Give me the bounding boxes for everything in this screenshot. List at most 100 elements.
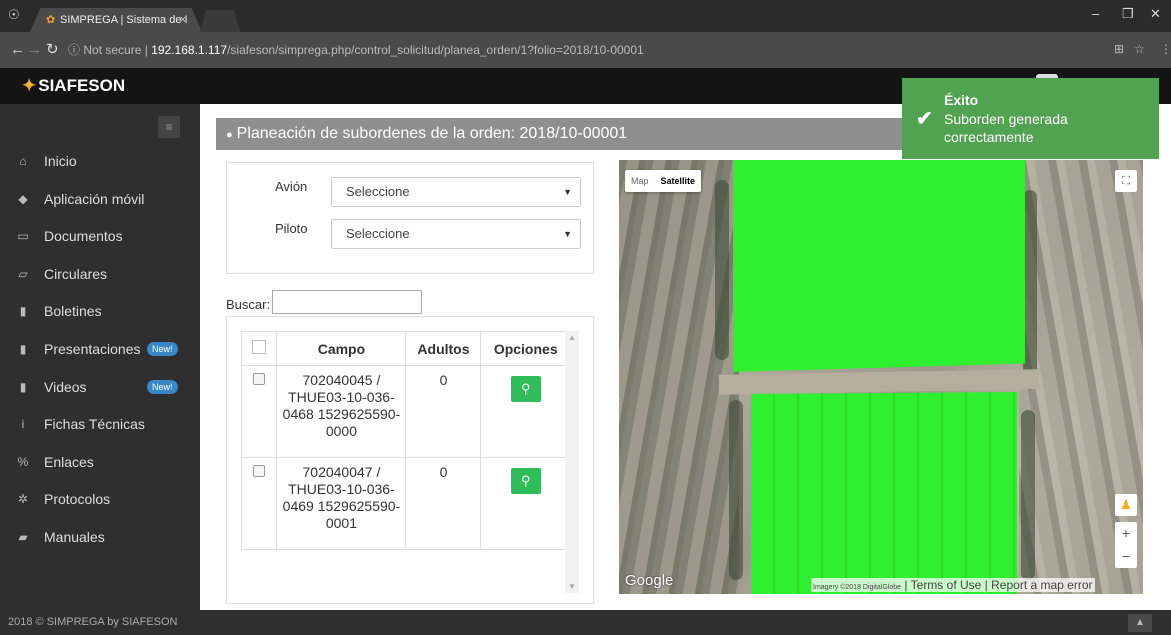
adultos-cell: 0 [405, 457, 482, 550]
search-input[interactable] [272, 290, 422, 314]
scroll-top-icon[interactable]: ▲ [1128, 614, 1152, 632]
new-tab-button[interactable] [200, 10, 240, 32]
sidebar-item[interactable]: ✲ Protocolos [0, 480, 200, 518]
footer: 2018 © SIMPREGA by SIAFESON [0, 610, 1171, 635]
sidebar-item[interactable]: ◆ Aplicación móvil [0, 180, 200, 218]
column-header-adultos[interactable]: Adultos [405, 331, 482, 366]
sidebar-item[interactable]: % Enlaces [0, 443, 200, 481]
favicon-icon: ✿ [46, 14, 56, 26]
minimize-icon[interactable]: – [1092, 6, 1099, 21]
bookmark-star-icon[interactable]: ☆ [1134, 42, 1145, 56]
incognito-icon: ☉ [8, 7, 20, 22]
plan-form: Avión Seleccione ▼ Piloto Seleccione ▼ [226, 162, 594, 274]
terms-link[interactable]: Terms of Use [911, 578, 982, 592]
tab-title: SIMPREGA | Sistema de I [60, 14, 188, 26]
report-error-link[interactable]: Report a map error [991, 578, 1092, 592]
close-window-icon[interactable]: ✕ [1150, 6, 1161, 22]
table-row: 702040045 / THUE03-10-036-0468 152962559… [240, 365, 571, 458]
zoom-in-icon[interactable]: + [1115, 522, 1137, 545]
sidebar-item-label: Enlaces [44, 453, 94, 470]
translate-icon[interactable]: ⊞ [1114, 42, 1124, 56]
campo-cell: 702040047 / THUE03-10-036-0469 152962559… [276, 457, 407, 550]
sidebar-item[interactable]: ⌂ Inicio [0, 142, 200, 180]
column-header-opciones[interactable]: Opciones [480, 331, 571, 366]
map-type-control: Map Satellite [625, 170, 702, 192]
reload-icon[interactable]: ↻ [46, 40, 59, 60]
security-label: Not secure [83, 43, 142, 57]
map-field-polygon[interactable] [733, 160, 1025, 372]
map-tree-line [715, 180, 729, 360]
sidebar-item[interactable]: ▰ Manuales [0, 518, 200, 556]
avion-select-value: Seleccione [346, 184, 410, 199]
maximize-icon[interactable]: ❐ [1122, 6, 1134, 22]
sidebar-item-label: Documentos [44, 228, 123, 245]
google-logo[interactable]: Google [625, 572, 673, 589]
sidebar-item[interactable]: ▮ Boletines [0, 292, 200, 330]
toast-title: Éxito [944, 92, 979, 108]
file-icon: ▮ [19, 304, 27, 319]
zoom-out-icon[interactable]: − [1115, 545, 1137, 568]
view-field-button[interactable]: ⚲ [510, 376, 541, 402]
sidebar: ≡ ⌂ Inicio ◆ Aplicación móvil ▭ Documentos ▱ Ci… [0, 104, 200, 610]
opciones-cell: ⚲ [480, 365, 571, 458]
select-all-cell [240, 331, 278, 366]
info-icon: i [21, 417, 25, 432]
table-scrollbar[interactable]: ▲ ▼ [565, 331, 579, 593]
link-icon: % [17, 454, 29, 469]
search-icon: ⚲ [520, 473, 531, 488]
circle-arrow-icon: ● [226, 129, 233, 141]
scroll-up-icon[interactable]: ▲ [565, 333, 579, 342]
sidebar-item[interactable]: i Fichas Técnicas [0, 405, 200, 443]
table-row: 702040047 / THUE03-10-036-0469 152962559… [240, 457, 571, 550]
view-field-button[interactable]: ⚲ [510, 468, 541, 494]
campo-cell: 702040045 / THUE03-10-036-0468 152962559… [276, 365, 407, 458]
book-icon: ▰ [18, 530, 28, 544]
map-type-satellite[interactable]: Satellite [655, 170, 702, 192]
success-toast[interactable]: ✔ Éxito Suborden generada correctamente [902, 78, 1159, 159]
column-header-campo[interactable]: Campo [276, 331, 407, 366]
adultos-cell: 0 [405, 365, 482, 458]
url-field[interactable]: ⓘ Not secure | 192.168.1.117/siafeson/si… [62, 38, 1142, 62]
browser-tab[interactable]: ✿ SIMPREGA | Sistema de I × [30, 8, 202, 32]
fullscreen-icon[interactable]: ⛶ [1115, 170, 1137, 192]
info-icon[interactable]: ⓘ [68, 43, 80, 57]
brand-logo[interactable]: ✦ SIAFESON [22, 76, 125, 96]
map-type-map[interactable]: Map [625, 170, 655, 192]
avion-select[interactable]: Seleccione ▼ [331, 177, 581, 207]
sidebar-item[interactable]: ▱ Circulares [0, 255, 200, 293]
tab-close-icon[interactable]: × [180, 8, 186, 32]
chevron-down-icon: ▼ [563, 187, 572, 197]
forward-icon[interactable]: → [27, 40, 42, 60]
scroll-down-icon[interactable]: ▼ [565, 582, 579, 591]
brand-name: SIAFESON [38, 76, 126, 95]
attribution-separator: | [904, 578, 908, 592]
sidebar-item-label: Manuales [44, 529, 105, 545]
select-all-checkbox[interactable] [252, 340, 267, 354]
sidebar-toggle-icon[interactable]: ≡ [158, 116, 180, 138]
row-select-cell [240, 457, 278, 550]
sidebar-item-label: Circulares [44, 265, 108, 282]
sidebar-item-label: Fichas Técnicas [44, 416, 145, 433]
sidebar-item-label: Videos [44, 378, 87, 395]
mobile-app-icon: ◆ [18, 191, 28, 206]
page-title: Planeación de subordenes de la orden: 20… [236, 125, 628, 142]
search-icon: ⚲ [520, 381, 531, 396]
back-icon[interactable]: ← [10, 40, 25, 60]
menu-icon[interactable]: ⋮ [1160, 42, 1171, 56]
sidebar-item[interactable]: ▮ Presentaciones New! [0, 330, 200, 368]
pegman-icon[interactable]: ♟ [1115, 494, 1137, 516]
satellite-map[interactable]: Map Satellite ⛶ ♟ + − Google Imagery ©201… [619, 160, 1143, 594]
sidebar-item[interactable]: ▮ Videos New! [0, 368, 200, 406]
new-badge: New! [147, 342, 178, 356]
piloto-select[interactable]: Seleccione ▼ [331, 219, 581, 249]
map-attribution: Imagery ©2018 DigitalGlobe | Terms of Us… [811, 578, 1095, 592]
chevron-down-icon: ▼ [563, 229, 572, 239]
attribution-separator: | [984, 578, 988, 592]
leaf-logo-icon: ✦ [22, 76, 37, 95]
row-checkbox[interactable] [253, 465, 266, 477]
row-checkbox[interactable] [253, 373, 266, 385]
sidebar-item[interactable]: ▭ Documentos [0, 217, 200, 255]
file-icon: ▮ [19, 342, 27, 356]
main-content: ● Planeación de subordenes de la orden: 2… [200, 104, 1171, 610]
map-field-polygon[interactable] [751, 392, 1017, 594]
